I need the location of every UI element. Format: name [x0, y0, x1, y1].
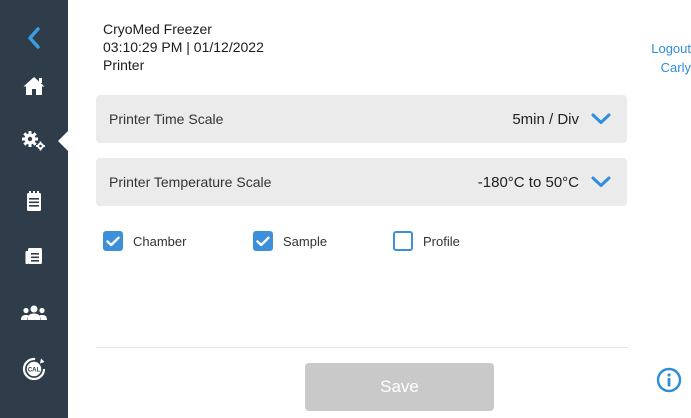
- logout-link[interactable]: Logout: [631, 39, 691, 58]
- profile-label: Profile: [423, 233, 460, 249]
- save-button[interactable]: Save: [305, 363, 494, 411]
- checkbox-unchecked-icon[interactable]: [393, 231, 413, 251]
- checkbox-checked-icon[interactable]: [253, 231, 273, 251]
- gears-icon: [22, 131, 45, 151]
- user-panel: Logout Carly: [631, 39, 691, 77]
- users-icon: [21, 305, 47, 320]
- temperature-scale-select[interactable]: Printer Temperature Scale -180°C to 50°C: [96, 158, 627, 206]
- chamber-label: Chamber: [133, 233, 187, 249]
- sidebar-item-calibration[interactable]: CAL: [0, 349, 68, 389]
- home-icon: [23, 77, 45, 95]
- sidebar-item-logs[interactable]: [0, 181, 68, 221]
- back-button[interactable]: [0, 18, 68, 58]
- time-scale-value: 5min / Div: [512, 110, 579, 128]
- page-title: Printer: [103, 57, 145, 73]
- sidebar-item-home[interactable]: [0, 66, 68, 106]
- sidebar: CAL: [0, 0, 68, 418]
- sample-label: Sample: [283, 233, 328, 249]
- sidebar-item-schedule[interactable]: [0, 236, 68, 276]
- chamber-checkbox[interactable]: Chamber: [103, 231, 186, 251]
- sidebar-item-users[interactable]: [0, 293, 68, 333]
- temperature-scale-label: Printer Temperature Scale: [109, 174, 272, 190]
- notepad-icon: [27, 191, 41, 211]
- time-scale-select[interactable]: Printer Time Scale 5min / Div: [96, 95, 627, 143]
- sidebar-item-settings[interactable]: [0, 121, 68, 161]
- calendar-list-icon: [25, 248, 42, 264]
- username-link[interactable]: Carly: [631, 58, 691, 77]
- checkbox-checked-icon[interactable]: [103, 231, 123, 251]
- time-scale-label: Printer Time Scale: [109, 111, 224, 127]
- calibration-label: CAL: [28, 367, 41, 373]
- active-indicator: [58, 131, 68, 151]
- profile-checkbox[interactable]: Profile: [393, 231, 460, 251]
- header: CryoMed Freezer 03:10:29 PM | 01/12/2022…: [103, 20, 264, 74]
- chevron-left-icon: [28, 27, 40, 49]
- chevron-down-icon[interactable]: [591, 175, 611, 189]
- device-name: CryoMed Freezer: [103, 21, 212, 37]
- datetime: 03:10:29 PM | 01/12/2022: [103, 39, 264, 55]
- info-icon[interactable]: [656, 367, 682, 393]
- calibration-icon: CAL: [22, 357, 46, 381]
- chevron-down-icon[interactable]: [591, 112, 611, 126]
- divider: [96, 347, 628, 348]
- sample-checkbox[interactable]: Sample: [253, 231, 327, 251]
- temperature-scale-value: -180°C to 50°C: [477, 173, 579, 191]
